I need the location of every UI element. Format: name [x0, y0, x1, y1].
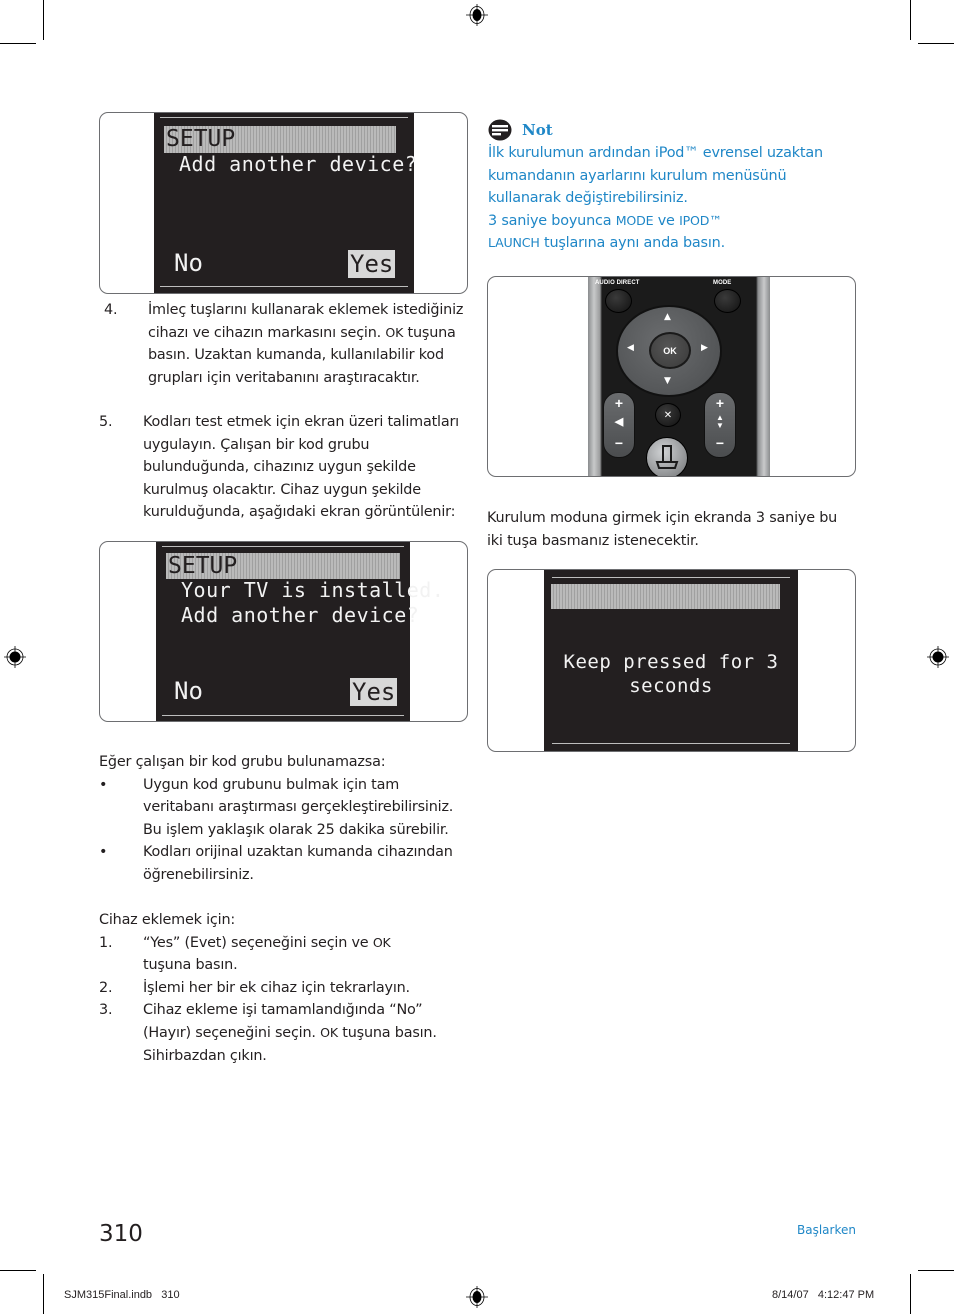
lcd-option-yes: Yes	[348, 250, 396, 278]
remote-control-image: AUDIO DIRECT MODE ▲ ▼ ◀ ▶ OK + ◀ − + ▲ ▼ …	[487, 276, 856, 477]
lcd-screen-add-device: SETUP Add another device? No Yes	[99, 112, 468, 294]
bullet-text: Uygun kod grubunu bulmak için tam verita…	[143, 776, 454, 838]
step-text: Kodları test etmek için ekran üzeri tali…	[143, 414, 459, 521]
add-device-heading: Cihaz eklemek için:	[99, 912, 236, 928]
ipod-launch-button	[646, 437, 688, 476]
page-number: 310	[99, 1221, 143, 1247]
step-text: tuşuna basın.	[143, 957, 238, 974]
ipod-dock-icon	[655, 445, 679, 469]
crop-mark	[918, 43, 954, 44]
lcd-option-yes: Yes	[350, 678, 398, 706]
bullet-text: Kodları orijinal uzaktan kumanda cihazın…	[143, 844, 453, 883]
note-text: ve	[653, 212, 680, 229]
step-3: 3. Cihaz ekleme işi tamamlandığında “No”…	[99, 999, 467, 1067]
registration-mark-icon	[466, 4, 488, 26]
arrow-up-icon: ▲	[664, 312, 671, 322]
mute-icon: ✕	[655, 403, 681, 427]
channel-arrows-icon: ▲ ▼	[716, 413, 724, 430]
note-paragraph-2: 3 saniye boyunca MODE ve IPOD™ LAUNCH tu…	[488, 210, 748, 255]
lcd-line: Add another device?	[181, 603, 420, 627]
step-text: “Yes” (Evet) seçeneğini seçin ve	[143, 934, 373, 951]
ok-button: OK	[649, 332, 691, 369]
mode-button	[714, 289, 741, 313]
crop-mark	[43, 0, 44, 40]
not-found-section: Eğer çalışan bir kod grubu bulunamazsa: …	[99, 751, 467, 887]
slug-file: SJM315Final.indb 310	[64, 1289, 180, 1301]
vol-plus: +	[614, 395, 624, 411]
crop-mark	[910, 0, 911, 40]
key-name: OK	[385, 324, 404, 340]
arrow-down-icon: ▼	[664, 376, 671, 386]
key-name: MODE	[615, 212, 654, 228]
speaker-icon: ◀	[614, 416, 624, 428]
lcd-title: SETUP	[166, 126, 236, 152]
key-name: OK	[372, 934, 391, 950]
steps-list-a-5: 5. Kodları test etmek için ekran üzeri t…	[99, 411, 467, 524]
bullet-mark: •	[99, 776, 108, 793]
lcd-line: Your TV is installed.	[181, 578, 445, 602]
note-box: Not İlk kurulumun ardından iPod™ evrense…	[488, 119, 848, 255]
volume-rocker: + ◀ −	[603, 392, 635, 458]
channel-rocker: + ▲ ▼ −	[704, 392, 736, 458]
right-instruction: Kurulum moduna girmek için ekranda 3 san…	[487, 510, 838, 549]
crop-mark	[918, 1270, 954, 1271]
note-text: tuşlarına aynı anda basın.	[539, 235, 725, 252]
registration-mark-icon	[4, 646, 26, 668]
note-title: Not	[522, 121, 553, 139]
ch-minus: −	[715, 435, 725, 451]
bullet-mark: •	[99, 844, 108, 861]
bullet-item: • Uygun kod grubunu bulmak için tam veri…	[99, 774, 467, 842]
note-paragraph: İlk kurulumun ardından iPod™ evrensel uz…	[488, 145, 823, 207]
add-device-section: Cihaz eklemek için: 1. “Yes” (Evet) seçe…	[99, 909, 467, 1067]
section-name: Başlarken	[797, 1223, 856, 1237]
registration-mark-icon	[927, 646, 949, 668]
audio-direct-button	[605, 289, 632, 313]
lcd-title-bar	[551, 584, 780, 609]
step-number: 5.	[99, 414, 113, 430]
step-text: İşlemi her bir ek cihaz için tekrarlayın…	[143, 979, 410, 996]
arrow-right-icon: ▶	[701, 343, 708, 353]
lcd-line: seconds	[629, 675, 713, 697]
slug-timestamp: 8/14/07 4:12:47 PM	[772, 1289, 875, 1301]
bullet-item: • Kodları orijinal uzaktan kumanda cihaz…	[99, 841, 467, 886]
step-number: 1.	[99, 934, 113, 951]
lcd-title: SETUP	[168, 553, 238, 579]
label-mode: MODE	[713, 280, 732, 286]
step-5: 5. Kodları test etmek için ekran üzeri t…	[99, 411, 467, 524]
label-audio-direct: AUDIO DIRECT	[595, 280, 640, 286]
crop-mark	[0, 1270, 36, 1271]
lcd-line: Keep pressed for 3	[563, 651, 779, 673]
step-number: 4.	[104, 302, 118, 318]
lcd-screen-keep-pressed: Keep pressed for 3 seconds	[487, 569, 856, 752]
step-4: 4. İmleç tuşlarını kullanarak eklemek is…	[104, 299, 468, 389]
step-number: 3.	[99, 1002, 113, 1019]
lcd-screen-tv-installed: SETUP Your TV is installed. Add another …	[99, 541, 468, 722]
note-icon	[488, 119, 512, 141]
lcd-line: Add another device?	[179, 152, 418, 176]
step-number: 2.	[99, 979, 113, 996]
step-1: 1. “Yes” (Evet) seçeneğini seçin ve OK t…	[99, 932, 467, 977]
not-found-heading: Eğer çalışan bir kod grubu bulunamazsa:	[99, 754, 386, 770]
crop-mark	[43, 1274, 44, 1314]
steps-list-a: 4. İmleç tuşlarını kullanarak eklemek is…	[104, 299, 468, 389]
lcd-option-no: No	[174, 249, 203, 277]
crop-mark	[910, 1274, 911, 1314]
key-name: OK	[320, 1024, 338, 1040]
ch-plus: +	[715, 395, 725, 411]
note-text: 3 saniye boyunca	[488, 212, 616, 229]
registration-mark-icon	[466, 1286, 488, 1308]
crop-mark	[0, 43, 36, 44]
step-2: 2. İşlemi her bir ek cihaz için tekrarla…	[99, 977, 467, 1000]
arrow-left-icon: ◀	[627, 343, 634, 353]
lcd-option-no: No	[174, 677, 203, 705]
vol-minus: −	[614, 435, 624, 451]
